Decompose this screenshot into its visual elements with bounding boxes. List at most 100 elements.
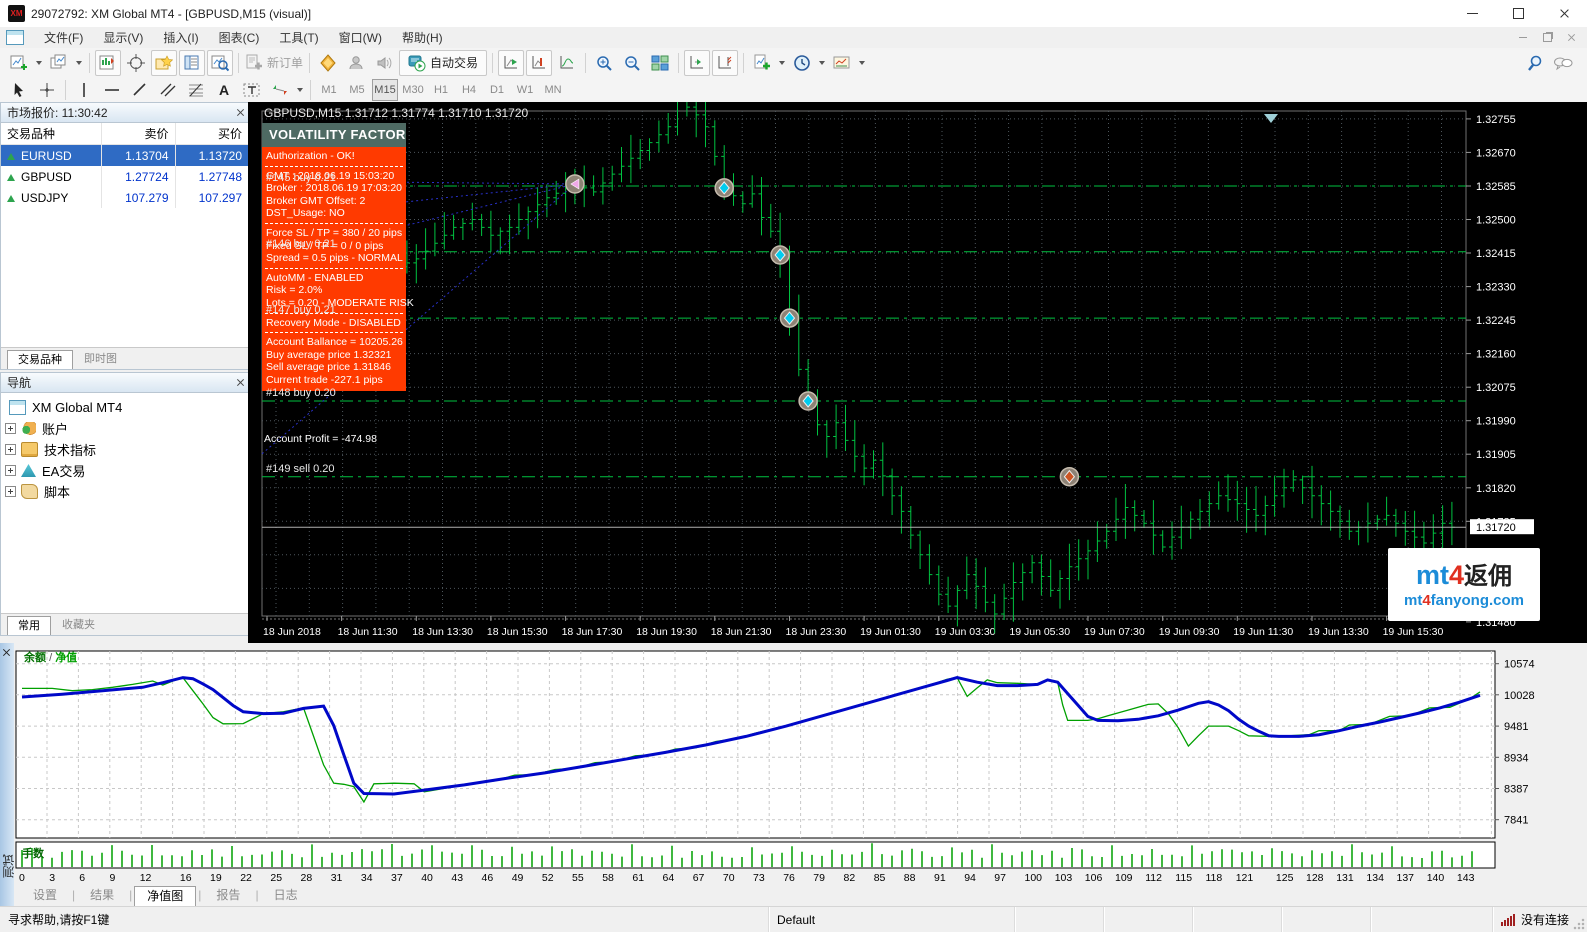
autoscroll-button[interactable] xyxy=(498,50,524,76)
navigator-tab-收藏夹[interactable]: 收藏夹 xyxy=(51,615,106,635)
market-watch-column[interactable]: 卖价 xyxy=(102,123,175,145)
autotrading-button[interactable]: 自动交易 xyxy=(399,50,487,76)
navigator-item-技术指标[interactable]: 技术指标 xyxy=(1,439,249,460)
minimize-button[interactable] xyxy=(1449,0,1495,27)
indicators-dropdown[interactable] xyxy=(779,61,785,65)
community-button[interactable] xyxy=(343,50,369,76)
market-watch-row-EURUSD[interactable]: EURUSD1.137041.13720 xyxy=(1,145,249,167)
cursor-tool-button[interactable] xyxy=(6,77,32,103)
tester-tab-设置[interactable]: 设置 xyxy=(20,885,70,906)
news-button[interactable] xyxy=(371,50,397,76)
chart-area[interactable]: 1.327551.326701.325851.325001.324151.323… xyxy=(248,102,1587,643)
menu-item-H[interactable]: 帮助(H) xyxy=(392,29,453,46)
navigator-item-脚本[interactable]: 脚本 xyxy=(1,481,249,502)
new-order-button[interactable]: 新订单 xyxy=(244,50,304,76)
market-watch-column[interactable]: 买价 xyxy=(175,123,248,145)
search-button[interactable] xyxy=(1522,50,1548,76)
status-profile[interactable]: Default xyxy=(768,907,1014,932)
market-watch-row-USDJPY[interactable]: USDJPY107.279107.297 xyxy=(1,187,249,208)
price-chart[interactable]: 1.327551.326701.325851.325001.324151.323… xyxy=(248,102,1587,643)
strategy-tester-button[interactable] xyxy=(207,50,233,76)
market-watch-tab-即时图[interactable]: 即时图 xyxy=(73,349,128,369)
navigator-root[interactable]: XM Global MT4 xyxy=(1,397,249,418)
market-watch-toggle-button[interactable] xyxy=(95,50,121,76)
child-close-button[interactable] xyxy=(1559,30,1583,46)
market-watch-header[interactable]: 市场报价: 11:30:42 xyxy=(1,103,249,123)
market-watch-row-GBPUSD[interactable]: GBPUSD1.277241.27748 xyxy=(1,166,249,187)
templates-dropdown[interactable] xyxy=(859,61,865,65)
shift-end-button[interactable] xyxy=(712,50,738,76)
templates-button[interactable] xyxy=(829,50,855,76)
tile-windows-button[interactable] xyxy=(647,50,673,76)
text-tool-button[interactable]: A xyxy=(211,77,237,103)
stepwise-button[interactable] xyxy=(554,50,580,76)
tester-tab-报告[interactable]: 报告 xyxy=(203,885,253,906)
child-restore-button[interactable] xyxy=(1535,30,1559,46)
new-chart-button[interactable] xyxy=(6,50,32,76)
timeframe-M5[interactable]: M5 xyxy=(344,79,370,101)
crosshair-tool-button[interactable] xyxy=(34,77,60,103)
menu-item-W[interactable]: 窗口(W) xyxy=(329,29,392,46)
profiles-dropdown[interactable] xyxy=(76,61,82,65)
channel-tool-button[interactable] xyxy=(155,77,181,103)
periods-button[interactable] xyxy=(789,50,815,76)
tester-tab-日志[interactable]: 日志 xyxy=(261,885,311,906)
expand-icon[interactable] xyxy=(5,423,16,434)
zoom-out-button[interactable] xyxy=(619,50,645,76)
navigator-tab-常用[interactable]: 常用 xyxy=(7,616,51,635)
crosshair-window-button[interactable] xyxy=(123,50,149,76)
indicators-button[interactable] xyxy=(749,50,775,76)
timeframe-W1[interactable]: W1 xyxy=(512,79,538,101)
menu-item-F[interactable]: 文件(F) xyxy=(34,29,93,46)
status-cell-empty xyxy=(1370,907,1459,932)
equity-chart[interactable]: 1057410028948189348387784103691216192225… xyxy=(0,643,1587,884)
timeframe-D1[interactable]: D1 xyxy=(484,79,510,101)
chart-shift-button[interactable] xyxy=(526,50,552,76)
scroll-to-end-button[interactable] xyxy=(684,50,710,76)
resize-grip[interactable] xyxy=(1573,918,1585,930)
timeframe-H4[interactable]: H4 xyxy=(456,79,482,101)
menu-item-C[interactable]: 图表(C) xyxy=(209,29,270,46)
timeframe-MN[interactable]: MN xyxy=(540,79,566,101)
tester-tab-净值图[interactable]: 净值图 xyxy=(134,886,196,906)
expand-icon[interactable] xyxy=(5,465,16,476)
profiles-button[interactable] xyxy=(46,50,72,76)
new-chart-dropdown[interactable] xyxy=(36,61,42,65)
data-window-button[interactable] xyxy=(179,50,205,76)
navigator-header[interactable]: 导航 xyxy=(1,373,249,393)
trendline-tool-button[interactable] xyxy=(127,77,153,103)
menu-item-T[interactable]: 工具(T) xyxy=(269,29,328,46)
expand-icon[interactable] xyxy=(5,444,16,455)
arrows-dropdown[interactable] xyxy=(297,88,303,92)
timeframe-M30[interactable]: M30 xyxy=(400,79,426,101)
periods-dropdown[interactable] xyxy=(819,61,825,65)
label-tool-button[interactable] xyxy=(239,77,265,103)
navigator-item-账户[interactable]: 账户 xyxy=(1,418,249,439)
tester-side-tab[interactable]: 测试 xyxy=(0,854,17,878)
expand-icon[interactable] xyxy=(5,486,16,497)
tester-tab-结果[interactable]: 结果 xyxy=(77,885,127,906)
timeframe-H1[interactable]: H1 xyxy=(428,79,454,101)
chat-button[interactable] xyxy=(1550,50,1576,76)
metaeditor-button[interactable] xyxy=(315,50,341,76)
navigator-close-icon[interactable] xyxy=(236,378,245,387)
horizontal-line-tool-button[interactable] xyxy=(99,77,125,103)
maximize-button[interactable] xyxy=(1495,0,1541,27)
navigator-item-EA交易[interactable]: EA交易 xyxy=(1,460,249,481)
tester-close-icon[interactable] xyxy=(2,648,11,657)
fibonacci-tool-button[interactable] xyxy=(183,77,209,103)
child-minimize-button[interactable] xyxy=(1511,30,1535,46)
timeframe-M15[interactable]: M15 xyxy=(372,79,398,101)
market-watch-tab-交易品种[interactable]: 交易品种 xyxy=(7,350,73,369)
clock-icon xyxy=(793,54,811,72)
close-button[interactable] xyxy=(1541,0,1587,27)
menu-item-V[interactable]: 显示(V) xyxy=(93,29,153,46)
navigator-toggle-button[interactable] xyxy=(151,50,177,76)
vertical-line-tool-button[interactable] xyxy=(71,77,97,103)
zoom-in-button[interactable] xyxy=(591,50,617,76)
timeframe-M1[interactable]: M1 xyxy=(316,79,342,101)
market-watch-column[interactable]: 交易品种 xyxy=(1,123,102,145)
market-watch-close-icon[interactable] xyxy=(236,108,245,117)
arrows-tool-button[interactable] xyxy=(267,77,293,103)
menu-item-I[interactable]: 插入(I) xyxy=(153,29,208,46)
